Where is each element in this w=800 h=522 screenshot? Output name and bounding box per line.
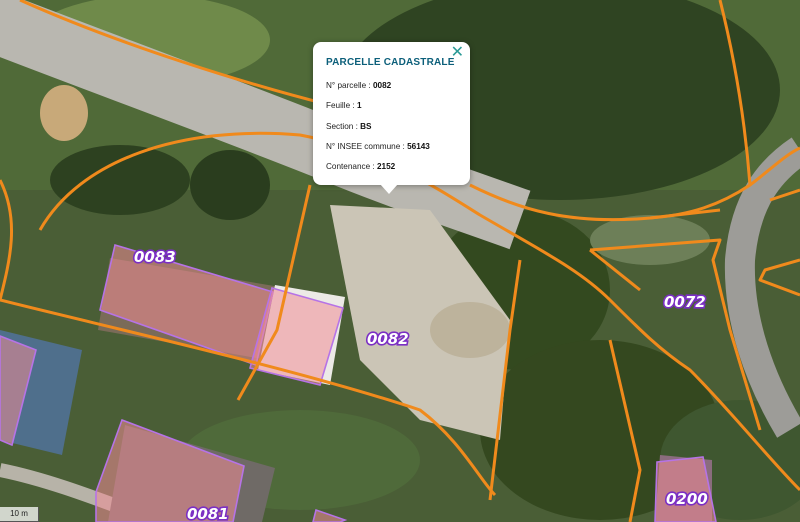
parcel-label-0081[interactable]: 0081 xyxy=(185,503,230,522)
popup-title: PARCELLE CADASTRALE xyxy=(326,57,455,68)
field-parcel-number: N° parcelle : 0082 xyxy=(326,81,392,90)
parcel-label-0083[interactable]: 0083 xyxy=(132,246,177,267)
popup-pointer xyxy=(380,184,398,194)
parcel-info-popup: ✕ PARCELLE CADASTRALE N° parcelle : 0082… xyxy=(313,42,470,194)
field-section: Section : BS xyxy=(326,122,372,131)
field-insee-code: N° INSEE commune : 56143 xyxy=(326,142,430,151)
parcel-label-0200[interactable]: 0200 xyxy=(664,488,709,509)
field-area: Contenance : 2152 xyxy=(326,162,396,171)
parcel-label-0072[interactable]: 0072 xyxy=(662,291,707,312)
scale-bar: 10 m xyxy=(0,507,39,522)
field-sheet: Feuille : 1 xyxy=(326,101,362,110)
parcel-label-0082[interactable]: 0082 xyxy=(365,328,410,349)
